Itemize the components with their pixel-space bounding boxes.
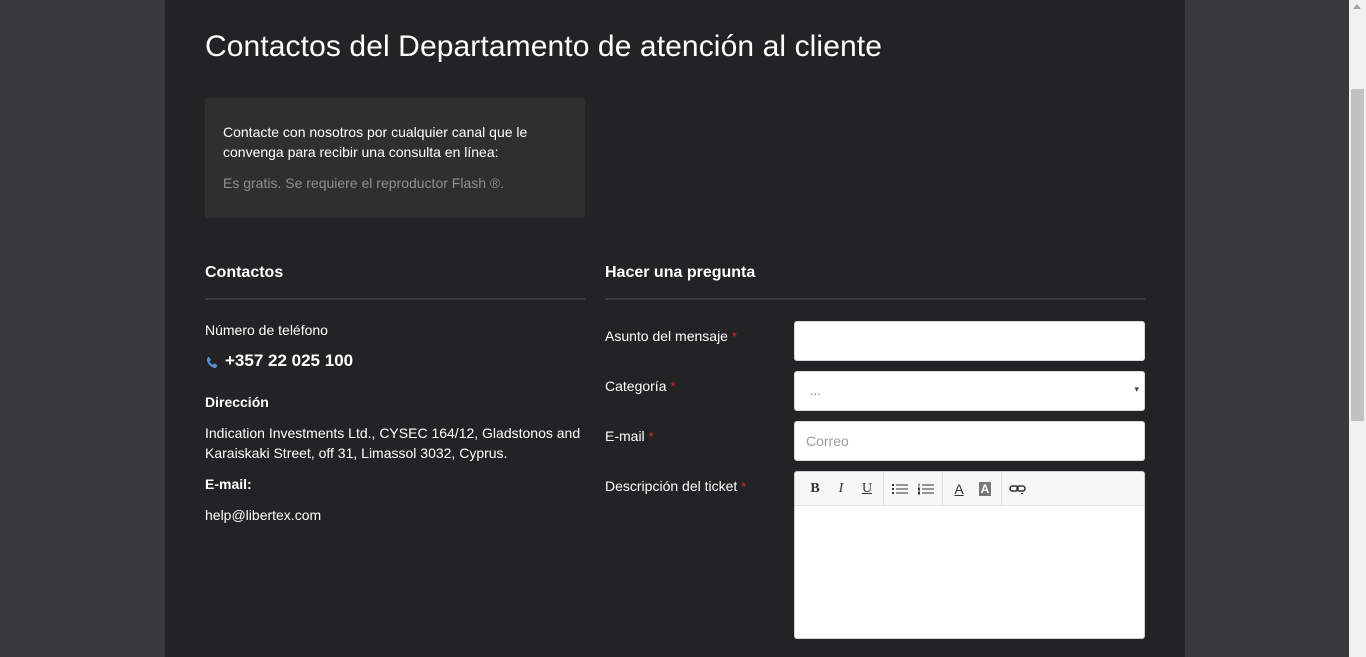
- address-label: Dirección: [205, 394, 269, 410]
- phone-icon: [206, 356, 218, 368]
- link-icon: [1009, 484, 1026, 494]
- format-group: B I U: [799, 472, 884, 505]
- color-group: A A: [943, 472, 1002, 505]
- form-heading: Hacer una pregunta: [605, 264, 756, 281]
- subject-input[interactable]: [794, 321, 1145, 361]
- email-address[interactable]: help@libertex.com: [205, 505, 321, 525]
- numbered-list-icon: [918, 483, 934, 494]
- description-editor: B I U A A: [794, 471, 1145, 639]
- form-divider: [605, 298, 1145, 300]
- contacts-heading: Contactos: [205, 264, 284, 281]
- category-label: Categoría *: [605, 378, 676, 394]
- list-group: [884, 472, 943, 505]
- background-color-icon: A: [978, 481, 992, 496]
- numbered-list-button[interactable]: [913, 478, 939, 500]
- background-color-button[interactable]: A: [972, 478, 998, 500]
- page-content: Contactos del Departamento de atención a…: [165, 0, 1185, 657]
- editor-toolbar: B I U A A: [795, 472, 1144, 506]
- required-mark: *: [731, 329, 738, 344]
- required-mark: *: [741, 479, 747, 494]
- link-button[interactable]: [1005, 478, 1031, 500]
- phone-number[interactable]: +357 22 025 100: [225, 351, 353, 371]
- bullet-list-button[interactable]: [887, 478, 913, 500]
- email-field[interactable]: [794, 421, 1145, 461]
- font-color-button[interactable]: A: [946, 478, 972, 500]
- page-title: Contactos del Departamento de atención a…: [205, 30, 882, 63]
- info-box: Contacte con nosotros por cualquier cana…: [205, 98, 585, 218]
- phone-row: +357 22 025 100: [205, 351, 353, 371]
- italic-button[interactable]: I: [828, 478, 854, 500]
- email-label: E-mail:: [205, 476, 252, 492]
- info-note: Es gratis. Se requiere el reproductor Fl…: [223, 175, 505, 191]
- link-group: [1002, 472, 1034, 505]
- email-field-label: E-mail *: [605, 428, 654, 444]
- underline-button[interactable]: U: [854, 478, 880, 500]
- vertical-scrollbar[interactable]: [1349, 0, 1366, 657]
- phone-label: Número de teléfono: [205, 322, 328, 338]
- subject-label-text: Asunto del mensaje: [605, 328, 728, 344]
- description-textarea[interactable]: [795, 506, 1144, 638]
- required-mark: *: [670, 379, 676, 394]
- category-label-text: Categoría: [605, 378, 667, 394]
- chevron-down-icon: ▾: [1134, 384, 1139, 394]
- email-field-label-text: E-mail: [605, 428, 645, 444]
- info-text: Contacte con nosotros por cualquier cana…: [223, 124, 528, 160]
- bold-button[interactable]: B: [802, 478, 828, 500]
- category-selected-value: ...: [810, 383, 821, 398]
- contacts-divider: [205, 298, 585, 300]
- category-select[interactable]: ... ▾: [794, 371, 1145, 411]
- description-label-text: Descripción del ticket: [605, 478, 738, 494]
- subject-label: Asunto del mensaje *: [605, 328, 737, 344]
- address-text: Indication Investments Ltd., CYSEC 164/1…: [205, 425, 581, 461]
- description-label: Descripción del ticket *: [605, 478, 746, 494]
- required-mark: *: [648, 429, 654, 444]
- scroll-up-arrow-icon[interactable]: [1353, 4, 1361, 9]
- scrollbar-thumb[interactable]: [1351, 89, 1364, 421]
- bullet-list-icon: [892, 483, 908, 494]
